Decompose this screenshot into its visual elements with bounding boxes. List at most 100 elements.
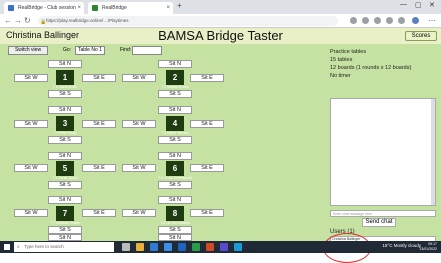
table-names: T 4 Helen Simons bbox=[161, 131, 189, 135]
close-tab-icon[interactable]: × bbox=[166, 2, 170, 14]
table-number: 6 bbox=[166, 161, 184, 176]
collections-icon[interactable] bbox=[398, 17, 405, 24]
extension-icon[interactable] bbox=[386, 17, 393, 24]
find-input[interactable] bbox=[132, 46, 162, 55]
mail-icon[interactable] bbox=[234, 243, 242, 251]
session-info: Practice tables 15 tables 12 boards (1 r… bbox=[330, 48, 438, 82]
forward-icon[interactable]: → bbox=[14, 16, 22, 25]
search-icon: ⌕ bbox=[17, 244, 20, 250]
seat-east-button[interactable]: Sit E bbox=[190, 74, 224, 82]
switch-view-button[interactable]: Switch view bbox=[8, 46, 48, 55]
minimize-icon[interactable]: — bbox=[400, 1, 407, 8]
new-tab-icon[interactable]: + bbox=[177, 1, 182, 10]
timer-status: No timer bbox=[330, 73, 351, 79]
seat-west-button[interactable]: Sit W bbox=[14, 209, 48, 217]
seat-south-button[interactable]: Sit S bbox=[158, 181, 192, 189]
windows-taskbar: ⌕ Type here to search 15°C Mostly cloudy… bbox=[0, 241, 441, 253]
weather-tray[interactable]: 15°C Mostly cloudy bbox=[382, 243, 421, 248]
table-names: T 5 Sarah Quinn bbox=[52, 176, 78, 180]
chat-input[interactable]: Enter chat message here bbox=[330, 210, 436, 217]
seat-north-button[interactable]: Sit N bbox=[48, 60, 82, 68]
seat-south-button[interactable]: Sit S bbox=[48, 181, 82, 189]
table-number: 3 bbox=[56, 116, 74, 131]
table-names: T 3 Pete Scully bbox=[53, 131, 77, 135]
taskbar-search[interactable]: ⌕ Type here to search bbox=[14, 242, 114, 252]
seat-east-button[interactable]: Sit E bbox=[82, 164, 116, 172]
seat-north-button[interactable]: Sit N bbox=[158, 60, 192, 68]
browser-tab-realbridge[interactable]: RealBridge × bbox=[88, 2, 173, 14]
seat-south-button[interactable]: Sit S bbox=[48, 136, 82, 144]
seat-west-button[interactable]: Sit W bbox=[14, 74, 48, 82]
extension-icon[interactable] bbox=[362, 17, 369, 24]
table-names: T 8 Liz McCrudden bbox=[160, 221, 190, 225]
seat-north-button[interactable]: Sit N bbox=[158, 196, 192, 204]
seat-west-button[interactable]: Sit W bbox=[122, 209, 156, 217]
teams-icon[interactable] bbox=[220, 243, 228, 251]
back-icon[interactable]: ← bbox=[4, 16, 12, 25]
seat-east-button[interactable]: Sit E bbox=[82, 209, 116, 217]
windows-start-icon[interactable] bbox=[4, 244, 10, 250]
seat-west-button[interactable]: Sit W bbox=[122, 120, 156, 128]
go-label: Go: bbox=[63, 47, 72, 53]
table-number: 7 bbox=[56, 206, 74, 221]
seat-north-button[interactable]: Sit N bbox=[158, 234, 192, 241]
seat-west-button[interactable]: Sit W bbox=[14, 120, 48, 128]
url-field[interactable]: 🔒 https://play.realbridge.online/…/Playt… bbox=[38, 16, 338, 26]
seat-north-button[interactable]: Sit N bbox=[48, 152, 82, 160]
chat-log[interactable] bbox=[330, 98, 436, 206]
realbridge-page: BAMSA Bridge Taster Christina Ballinger … bbox=[0, 28, 441, 263]
scores-button[interactable]: Scores bbox=[405, 31, 437, 41]
realbridge-favicon-icon bbox=[92, 5, 98, 11]
seat-south-button[interactable]: Sit S bbox=[158, 226, 192, 234]
table-names: T 2 Marion Evans bbox=[161, 85, 189, 89]
table-names: T 1 Carol Smith bbox=[52, 85, 78, 89]
clock[interactable]: 09:17 13/01/2022 bbox=[419, 242, 437, 252]
seat-east-button[interactable]: Sit E bbox=[190, 164, 224, 172]
seat-south-button[interactable]: Sit S bbox=[48, 90, 82, 98]
seat-east-button[interactable]: Sit E bbox=[190, 120, 224, 128]
seat-north-button[interactable]: Sit N bbox=[158, 106, 192, 114]
session-type: Practice tables bbox=[330, 49, 367, 55]
seat-east-button[interactable]: Sit E bbox=[82, 74, 116, 82]
seat-south-button[interactable]: Sit S bbox=[48, 226, 82, 234]
table-number: 5 bbox=[56, 161, 74, 176]
seat-east-button[interactable]: Sit E bbox=[190, 209, 224, 217]
edge-icon[interactable] bbox=[150, 243, 158, 251]
file-explorer-icon[interactable] bbox=[136, 243, 144, 251]
app-icon[interactable] bbox=[206, 243, 214, 251]
seat-north-button[interactable]: Sit N bbox=[48, 106, 82, 114]
browser-tab-bar: RealBridge - Club session × RealBridge ×… bbox=[0, 0, 441, 14]
seat-west-button[interactable]: Sit W bbox=[122, 164, 156, 172]
word-icon[interactable] bbox=[178, 243, 186, 251]
bookmark-star-icon[interactable] bbox=[374, 17, 381, 24]
seat-south-button[interactable]: Sit S bbox=[158, 90, 192, 98]
profile-icon[interactable] bbox=[412, 17, 419, 24]
more-menu-icon[interactable]: ⋯ bbox=[428, 16, 436, 25]
seat-east-button[interactable]: Sit E bbox=[82, 120, 116, 128]
chrome-icon[interactable] bbox=[192, 243, 200, 251]
seat-north-button[interactable]: Sit N bbox=[48, 234, 82, 241]
maximize-icon[interactable]: ▢ bbox=[415, 1, 422, 9]
reload-icon[interactable]: ↻ bbox=[24, 16, 31, 25]
seat-north-button[interactable]: Sit N bbox=[48, 196, 82, 204]
table-count: 15 tables bbox=[330, 57, 353, 63]
browser-tab-club[interactable]: RealBridge - Club session × bbox=[4, 2, 84, 14]
send-chat-button[interactable]: Send chat bbox=[362, 218, 396, 227]
url-text: https://play.realbridge.online/…/Playtim… bbox=[46, 18, 129, 23]
chat-scrollbar[interactable] bbox=[431, 99, 435, 205]
seat-south-button[interactable]: Sit S bbox=[158, 136, 192, 144]
board-count: 12 boards (1 rounds x 12 boards) bbox=[330, 65, 412, 71]
seat-west-button[interactable]: Sit W bbox=[122, 74, 156, 82]
player-name: Christina Ballinger bbox=[6, 30, 80, 40]
clock-date: 13/01/2022 bbox=[419, 247, 437, 251]
task-view-icon[interactable] bbox=[122, 243, 130, 251]
seat-west-button[interactable]: Sit W bbox=[14, 164, 48, 172]
store-icon[interactable] bbox=[164, 243, 172, 251]
lock-icon: 🔒 bbox=[40, 19, 47, 25]
table-number: 8 bbox=[166, 206, 184, 221]
close-window-icon[interactable]: ✕ bbox=[429, 1, 435, 9]
close-tab-icon[interactable]: × bbox=[77, 2, 81, 14]
table-select[interactable]: Table No 1 bbox=[75, 46, 105, 55]
extension-icon[interactable] bbox=[350, 17, 357, 24]
seat-north-button[interactable]: Sit N bbox=[158, 152, 192, 160]
